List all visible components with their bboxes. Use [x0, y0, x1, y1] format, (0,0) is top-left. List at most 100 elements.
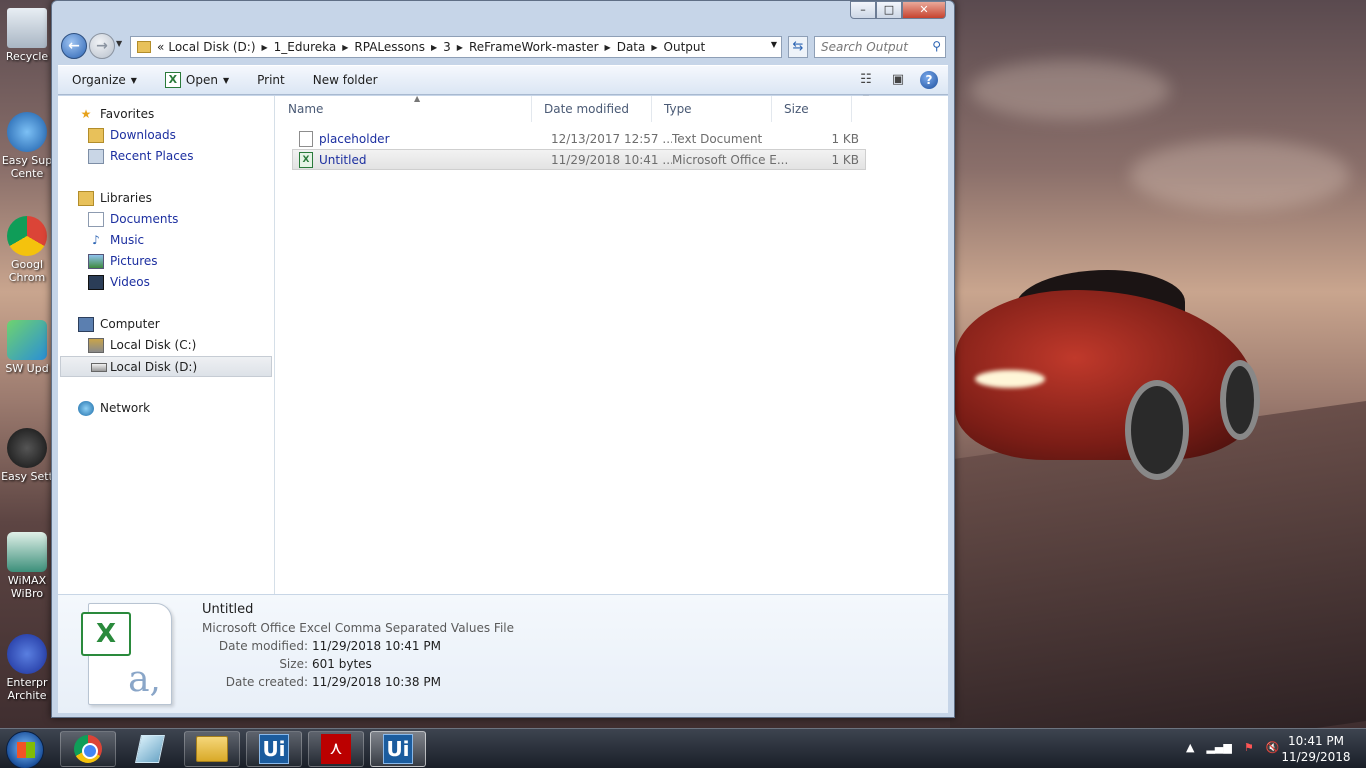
nav-label: Favorites [100, 107, 155, 121]
desktop-icon-easy-support[interactable]: Easy Sup Cente [0, 112, 54, 180]
nav-computer[interactable]: Computer [58, 314, 274, 335]
breadcrumb-3[interactable]: 3 [439, 40, 455, 54]
nav-local-disk-d[interactable]: Local Disk (D:) [60, 356, 272, 377]
breadcrumb-local-disk-d[interactable]: Local Disk (D:) [164, 40, 259, 54]
chevron-right-icon[interactable]: ▶ [603, 43, 613, 52]
taskbar: Ui ⋏ Ui ▲ ▂▄▆ ⚑ 🔇 10:41 PM 11/29/2018 [0, 728, 1366, 768]
file-name: placeholder [319, 131, 390, 146]
view-list-icon: ☷ [860, 72, 872, 87]
new-folder-button[interactable]: New folder [299, 66, 392, 94]
column-date-modified[interactable]: Date modified [532, 96, 652, 122]
nav-pictures[interactable]: Pictures [58, 251, 274, 272]
nav-network[interactable]: Network [58, 398, 274, 419]
network-icon [78, 401, 94, 416]
desktop-icon-easy-settings[interactable]: Easy Sett [0, 428, 54, 483]
chevron-down-icon: ▼ [222, 75, 230, 85]
help-button[interactable]: ? [920, 71, 938, 89]
forward-arrow-icon: → [96, 38, 108, 54]
refresh-icon: ⇆ [792, 39, 804, 54]
print-button[interactable]: Print [243, 66, 299, 94]
desktop-icon-wimax[interactable]: WiMAX WiBro [0, 532, 54, 600]
taskbar-explorer[interactable] [184, 731, 240, 767]
nav-music[interactable]: ♪ Music [58, 230, 274, 251]
recent-pages-dropdown[interactable]: ▼ [116, 39, 126, 53]
chevron-right-icon[interactable]: ▶ [340, 43, 350, 52]
taskbar-clock[interactable]: 10:41 PM 11/29/2018 [1276, 733, 1356, 765]
taskbar-pinned-app[interactable] [122, 731, 178, 767]
show-hidden-icons-icon[interactable]: ▲ [1186, 741, 1194, 754]
breadcrumb-rpalessons[interactable]: RPALessons [350, 40, 429, 54]
column-type[interactable]: Type [652, 96, 772, 122]
preview-pane-button[interactable]: ▣ [888, 71, 908, 89]
navigation-bar: ← → ▼ « Local Disk (D:) ▶ 1_Edureka ▶ RPAL… [58, 31, 948, 61]
nav-downloads[interactable]: Downloads [58, 125, 274, 146]
address-bar[interactable]: « Local Disk (D:) ▶ 1_Edureka ▶ RPALessons… [130, 36, 782, 58]
start-button[interactable] [6, 731, 44, 768]
recent-places-icon [88, 149, 104, 164]
open-button[interactable]: X Open ▼ [151, 66, 243, 94]
taskbar-uipath-2[interactable]: Ui [370, 731, 426, 767]
refresh-button[interactable]: ⇆ [788, 36, 808, 58]
breadcrumb-1-edureka[interactable]: 1_Edureka [270, 40, 341, 54]
nav-videos[interactable]: Videos [58, 272, 274, 293]
column-size[interactable]: Size [772, 96, 852, 122]
computer-icon [78, 317, 94, 332]
breadcrumb-output[interactable]: Output [660, 40, 710, 54]
nav-local-disk-c[interactable]: Local Disk (C:) [58, 335, 274, 356]
desktop-icon-chrome[interactable]: Googl Chrom [0, 216, 54, 284]
details-file-name: Untitled [202, 602, 254, 617]
wallpaper-car [955, 250, 1275, 510]
taskbar-chrome[interactable] [60, 731, 116, 767]
breadcrumb-reframework-master[interactable]: ReFrameWork-master [465, 40, 603, 54]
command-bar: Organize ▼ X Open ▼ Print New folder ☷ ▼… [58, 65, 948, 103]
desktop-icon-label: Googl Chrom [8, 258, 46, 284]
close-button[interactable]: ✕ [902, 1, 946, 19]
excel-icon: X [164, 72, 181, 88]
breadcrumb-data[interactable]: Data [613, 40, 650, 54]
nav-recent-places[interactable]: Recent Places [58, 146, 274, 167]
chevron-right-icon[interactable]: ▶ [260, 43, 270, 52]
nav-libraries[interactable]: Libraries [58, 188, 274, 209]
desktop-icon-label: WiMAX WiBro [7, 574, 47, 600]
desktop-icon-sw-update[interactable]: SW Upd [0, 320, 54, 375]
details-date-modified: Date modified: 11/29/2018 10:41 PM [202, 639, 602, 653]
nav-documents[interactable]: Documents [58, 209, 274, 230]
search-icon[interactable]: ⚲ [932, 39, 941, 53]
uipath-icon: Ui [259, 734, 289, 764]
chevron-right-icon[interactable]: ▶ [455, 43, 465, 52]
uipath-icon: Ui [383, 734, 413, 764]
downloads-folder-icon [88, 128, 104, 143]
taskbar-uipath-1[interactable]: Ui [246, 731, 302, 767]
action-center-icon[interactable]: ⚑ [1244, 741, 1254, 754]
chevron-right-icon[interactable]: ▶ [429, 43, 439, 52]
column-name[interactable]: Name [276, 96, 532, 122]
file-row-untitled[interactable]: X Untitled 11/29/2018 10:41 ... Microsoft… [292, 149, 866, 170]
file-size: 1 KB [831, 152, 859, 167]
details-label: Size: [279, 657, 308, 671]
desktop-icon-recycle-bin[interactable]: Recycle [0, 8, 54, 63]
desktop-icon-enterprise-architect[interactable]: Enterpr Archite [0, 634, 54, 702]
forward-button[interactable]: → [89, 33, 115, 59]
minimize-button[interactable]: – [850, 1, 876, 19]
search-input[interactable]: Search Output ⚲ [814, 36, 946, 58]
desktop-icon-label: Recycle [5, 50, 49, 63]
back-button[interactable]: ← [61, 33, 87, 59]
network-signal-icon[interactable]: ▂▄▆ [1206, 741, 1231, 754]
desktop-icon-label: Enterpr Archite [6, 676, 48, 702]
desktop-icon-label: SW Upd [5, 362, 49, 375]
text-document-icon [299, 130, 313, 147]
nav-label: Videos [110, 275, 150, 289]
breadcrumb-overflow[interactable]: « [157, 40, 164, 54]
file-list: ▲ Name Date modified Type Size placehold… [276, 94, 948, 594]
folder-icon [196, 736, 228, 762]
change-view-button[interactable]: ☷ ▼ [856, 71, 876, 103]
search-placeholder: Search Output [821, 40, 908, 54]
chevron-down-icon[interactable]: ▼ [771, 40, 777, 49]
clock-time: 10:41 PM [1288, 734, 1344, 748]
taskbar-acrobat[interactable]: ⋏ [308, 731, 364, 767]
file-row-placeholder[interactable]: placeholder 12/13/2017 12:57 ... Text Do… [292, 128, 866, 149]
chevron-right-icon[interactable]: ▶ [649, 43, 659, 52]
organize-button[interactable]: Organize ▼ [58, 66, 151, 94]
nav-favorites[interactable]: ★ Favorites [58, 104, 274, 125]
maximize-button[interactable]: □ [876, 1, 902, 19]
